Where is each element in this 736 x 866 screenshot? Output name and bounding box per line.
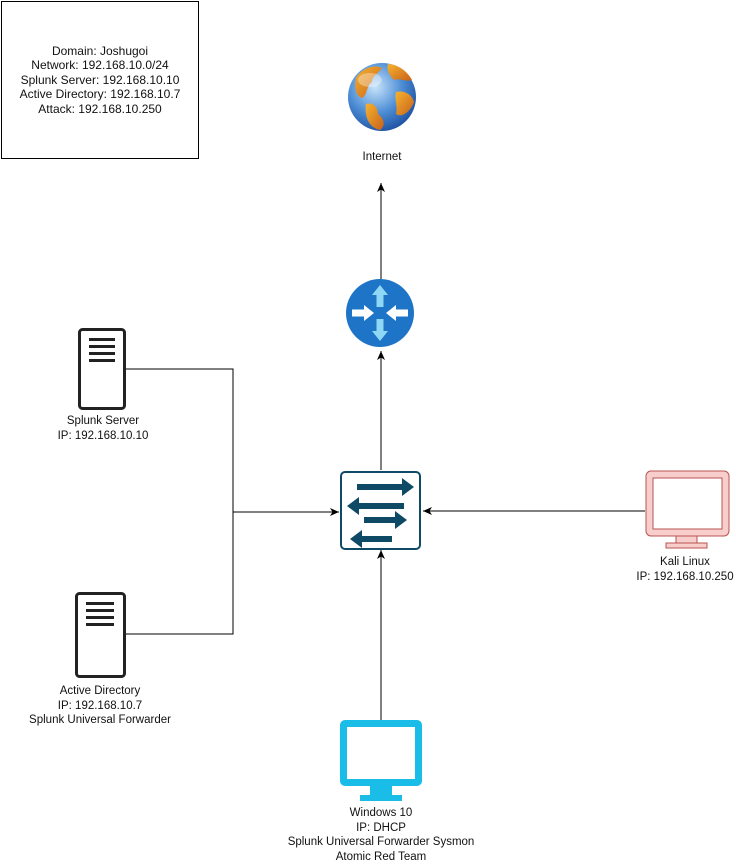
active-directory-name: Active Directory — [59, 685, 141, 697]
windows10-atomic: Atomic Red Team — [335, 850, 427, 863]
active-directory-label: Active Directory IP: 192.168.10.7 Splunk… — [29, 684, 171, 728]
kali-linux-ip: IP: 192.168.10.250 — [636, 570, 734, 583]
info-domain: Domain: Joshugoi — [51, 43, 149, 58]
globe-icon — [348, 63, 416, 131]
network-info-box: Domain: Joshugoi Network: 192.168.10.0/2… — [1, 1, 199, 159]
splunk-server-ip: IP: 192.168.10.10 — [57, 429, 149, 442]
internet-label-line: Internet — [362, 151, 402, 163]
server-tower-icon-splunk — [78, 328, 126, 410]
active-directory-ip: IP: 192.168.10.7 — [57, 699, 143, 712]
kali-linux-label: Kali Linux IP: 192.168.10.250 — [636, 555, 733, 584]
windows10-software: Splunk Universal Forwarder Sysmon — [287, 836, 475, 848]
windows10-name: Windows 10 — [349, 807, 413, 819]
kali-monitor-icon — [645, 470, 730, 549]
ad-to-switch-link — [125, 512, 234, 635]
info-attack: Attack: 192.168.10.250 — [38, 101, 162, 116]
kali-linux-name: Kali Linux — [660, 556, 710, 568]
connectors — [125, 183, 645, 720]
router-icon — [346, 279, 414, 347]
server-tower-icon-ad — [75, 592, 126, 678]
switch-icon — [340, 471, 421, 550]
active-directory-forwarder: Splunk Universal Forwarder — [29, 714, 171, 726]
internet-label: Internet — [363, 150, 402, 165]
info-active-directory: Active Directory: 192.168.10.7 — [19, 87, 181, 102]
windows10-label: Windows 10 IP: DHCP Splunk Universal For… — [288, 806, 475, 864]
splunk-server-label: Splunk Server IP: 192.168.10.10 — [58, 414, 149, 443]
splunk-server-name: Splunk Server — [66, 415, 140, 427]
info-splunk-server: Splunk Server: 192.168.10.10 — [20, 72, 180, 87]
windows10-ip: IP: DHCP — [356, 821, 406, 834]
info-network: Network: 192.168.10.0/24 — [31, 58, 169, 73]
windows-monitor-icon — [340, 720, 422, 801]
